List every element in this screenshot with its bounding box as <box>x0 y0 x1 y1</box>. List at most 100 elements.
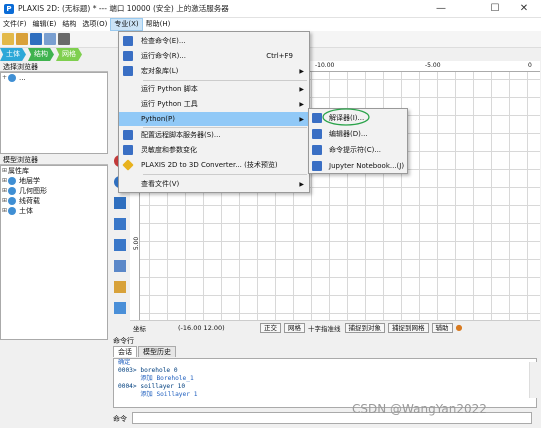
menu-item-label: 运行 Python 工具 <box>141 100 198 108</box>
log-scrollbar[interactable] <box>529 362 538 398</box>
menu-item-label: PLAXIS 2D to 3D Converter... (技术预览) <box>141 161 278 169</box>
grid-button[interactable]: 网格 <box>284 322 305 333</box>
submenu-item-command-prompt[interactable]: 命令提示符(C)... <box>309 142 407 157</box>
menu-item-macro-library[interactable]: 宏对象库(L) ▶ <box>119 64 309 78</box>
expand-icon[interactable]: ⊞ <box>1 166 8 176</box>
snap-to-object-button[interactable]: 捕捉到对象 <box>344 322 385 333</box>
submenu-arrow-icon: ▶ <box>299 100 304 108</box>
submenu-item-editor[interactable]: 编辑器(D)... <box>309 126 407 141</box>
ortho-button[interactable]: 正交 <box>260 322 281 333</box>
link-icon[interactable] <box>58 33 70 45</box>
title-bar: P PLAXIS 2D: (无标题) * --- 端口 10000 (安全) 上… <box>0 0 541 18</box>
distributed-load-icon[interactable] <box>114 218 126 230</box>
expand-icon[interactable]: ⊞ <box>1 176 8 186</box>
expand-icon[interactable]: + <box>1 73 8 83</box>
menu-edit[interactable]: 编辑(E) <box>30 18 60 31</box>
submenu-item-jupyter[interactable]: Jupyter Notebook...(J) <box>309 158 407 173</box>
geogrid-icon[interactable] <box>114 302 126 314</box>
anchor-icon[interactable] <box>114 260 126 272</box>
minimize-button[interactable]: — <box>424 0 458 18</box>
line-load-icon[interactable] <box>114 197 126 209</box>
interface-icon[interactable] <box>114 281 126 293</box>
menu-item-sensitivity[interactable]: 灵敏度和参数变化 <box>119 143 309 157</box>
menu-help[interactable]: 帮助(H) <box>143 18 174 31</box>
tab-session[interactable]: 会话 <box>113 346 137 357</box>
tree-item-label: 线荷载 <box>19 197 40 205</box>
eye-icon[interactable] <box>8 187 16 195</box>
log-line: 0004> soillayer 10 <box>118 383 186 390</box>
prescribed-displacement-icon[interactable] <box>114 239 126 251</box>
blank-icon <box>123 99 133 109</box>
menu-separator <box>143 174 307 175</box>
tree-item[interactable]: + ... <box>1 73 107 83</box>
snap-to-grid-button[interactable]: 捕捉到网格 <box>388 322 429 333</box>
hand-icon[interactable]: ● <box>456 323 463 332</box>
tree-item-soils[interactable]: ⊞ 土体 <box>1 206 107 216</box>
log-line: 添加 Soillayer 1 <box>118 391 198 398</box>
eye-icon[interactable] <box>8 74 16 82</box>
mode-tabs: 土体 结构 网格 <box>0 48 112 61</box>
eye-icon[interactable] <box>8 177 16 185</box>
log-line: 0003> borehole 0 <box>118 367 178 374</box>
menu-item-python[interactable]: Python(P) ▶ <box>119 112 309 126</box>
tab-model-history[interactable]: 模型历史 <box>138 346 176 357</box>
menu-item-run-python-tool[interactable]: 运行 Python 工具 ▶ <box>119 97 309 111</box>
tree-item-geometry[interactable]: ⊞ 几何图形 <box>1 186 107 196</box>
log-line: 确定 <box>118 359 131 366</box>
blank-icon <box>123 84 133 94</box>
command-prompt-icon <box>312 144 322 155</box>
selection-explorer: + ... <box>0 72 108 154</box>
expand-icon[interactable]: ⊞ <box>1 196 8 206</box>
tree-item-label: 土体 <box>19 207 33 215</box>
menu-item-remote-scripting[interactable]: 配置远程脚本服务器(S)... <box>119 128 309 142</box>
menu-item-examine-commands[interactable]: 检查命令(E)... <box>119 34 309 48</box>
expand-icon[interactable]: ⊞ <box>1 206 8 216</box>
submenu-arrow-icon: ▶ <box>299 67 304 75</box>
submenu-item-label: 编辑器(D)... <box>329 129 368 138</box>
expert-menu-dropdown: 检查命令(E)... 运行命令(R)... Ctrl+F9 宏对象库(L) ▶ … <box>118 31 310 193</box>
tab-soil[interactable]: 土体 <box>0 48 26 61</box>
menu-item-label: 运行 Python 脚本 <box>141 85 198 93</box>
crosshair-label[interactable]: 十字指准线 <box>308 323 341 333</box>
command-input-label: 命令 <box>113 415 127 423</box>
menu-item-label: 检查命令(E)... <box>141 37 186 45</box>
menu-file[interactable]: 文件(F) <box>0 18 30 31</box>
eye-icon[interactable] <box>8 197 16 205</box>
command-tabs: 会话 模型历史 <box>110 346 540 357</box>
submenu-arrow-icon: ▶ <box>299 85 304 93</box>
command-panel-title: 命令行 <box>113 337 134 345</box>
tab-structures[interactable]: 结构 <box>28 48 54 61</box>
save-icon[interactable] <box>30 33 42 45</box>
ruler-label: -10.00 <box>315 62 335 69</box>
menu-item-view-files[interactable]: 查看文件(V) ▶ <box>119 177 309 191</box>
expand-icon[interactable]: ⊞ <box>1 186 8 196</box>
shortcut-label: Ctrl+F9 <box>266 52 293 60</box>
menu-bar: 文件(F) 编辑(E) 结构 选项(O) 专业(X) 帮助(H) <box>0 18 541 31</box>
assist-button[interactable]: 辅助 <box>431 322 453 333</box>
close-button[interactable]: ✕ <box>507 0 541 18</box>
menu-item-label: 灵敏度和参数变化 <box>141 146 197 154</box>
tree-item-attributes[interactable]: ⊞ 属性库 <box>1 166 107 176</box>
selection-explorer-title: 选择浏览器 <box>0 62 108 72</box>
submenu-item-label: Jupyter Notebook...(J) <box>329 161 405 170</box>
menu-item-label: 运行命令(R)... <box>141 52 187 60</box>
new-project-icon[interactable] <box>2 33 14 45</box>
menu-item-run-python-script[interactable]: 运行 Python 脚本 ▶ <box>119 82 309 96</box>
menu-structures[interactable]: 结构 <box>59 18 79 31</box>
menu-expert[interactable]: 专业(X) <box>110 18 143 31</box>
eye-icon[interactable] <box>8 207 16 215</box>
tree-item-label: ... <box>19 74 26 82</box>
open-project-icon[interactable] <box>16 33 28 45</box>
export-icon[interactable] <box>44 33 56 45</box>
menu-options[interactable]: 选项(O) <box>79 18 110 31</box>
menu-item-label: Python(P) <box>141 115 175 123</box>
menu-item-2d-to-3d-converter[interactable]: PLAXIS 2D to 3D Converter... (技术预览) <box>119 158 309 172</box>
tree-item-stratigraphy[interactable]: ⊞ 地层学 <box>1 176 107 186</box>
ruler-label: -5.00 <box>425 62 441 69</box>
menu-item-run-commands[interactable]: 运行命令(R)... Ctrl+F9 <box>119 49 309 63</box>
tree-item-line-loads[interactable]: ⊞ 线荷载 <box>1 196 107 206</box>
tab-mesh[interactable]: 网格 <box>56 48 82 61</box>
coordinate-label: 坐标 <box>133 324 146 333</box>
ruler-label: 5.00 <box>133 236 141 251</box>
canvas-status-bar: 坐标 (-16.00 12.00) 正交 网格 十字指准线 捕捉到对象 捕捉到网… <box>130 320 540 334</box>
